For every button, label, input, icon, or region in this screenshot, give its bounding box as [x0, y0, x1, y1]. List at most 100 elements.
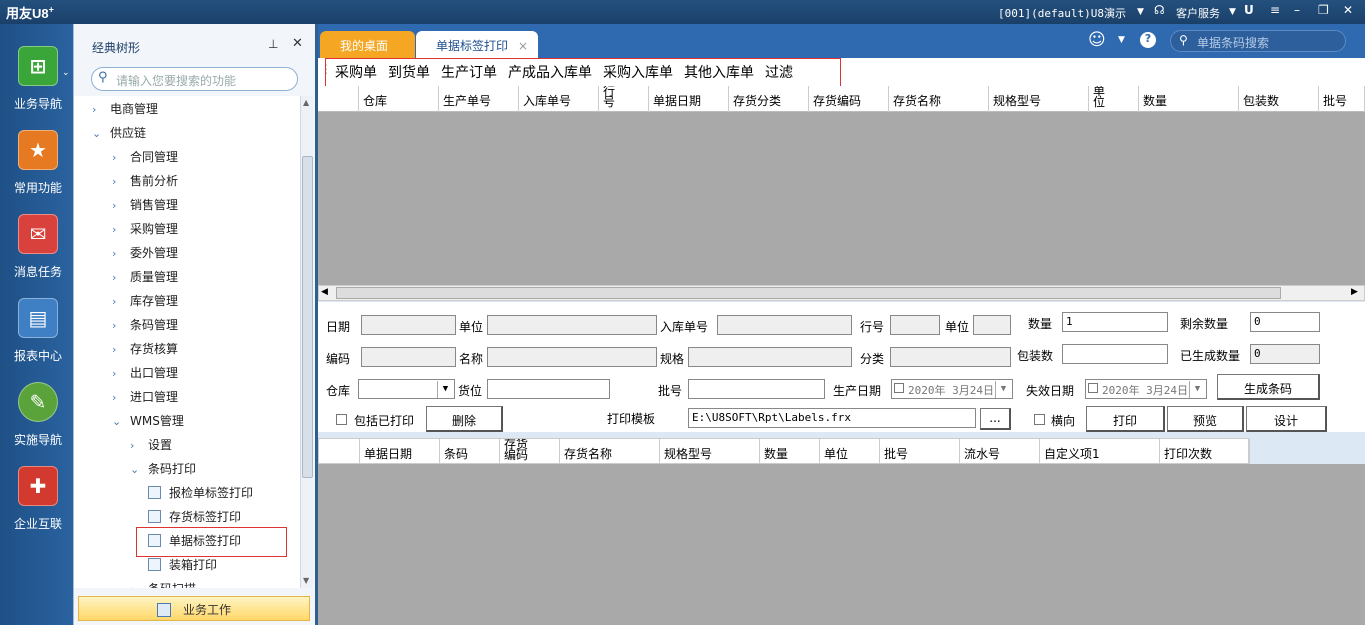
design-button[interactable]: 设计 — [1246, 406, 1327, 432]
date-field[interactable] — [361, 315, 456, 335]
nav-reports[interactable]: ▤ 报表中心 — [4, 298, 72, 382]
browse-button[interactable]: ... — [980, 408, 1011, 430]
unit2-field[interactable] — [973, 315, 1011, 335]
scroll-thumb[interactable] — [302, 156, 313, 478]
chevron-right-icon[interactable]: › — [112, 223, 126, 236]
column-header[interactable]: 包装数 — [1239, 86, 1319, 112]
nav-messages[interactable]: ✉ 消息任务 — [4, 214, 72, 298]
column-header[interactable]: 条码 — [440, 439, 500, 465]
code-field[interactable] — [361, 347, 456, 367]
close-tab-icon[interactable]: × — [518, 39, 528, 53]
headset-icon[interactable]: ☊ — [1154, 3, 1165, 17]
scroll-up-icon[interactable]: ▲ — [303, 98, 309, 107]
remain-qty-field[interactable]: 0 — [1250, 312, 1320, 332]
nav-favorites[interactable]: ★ 常用功能 — [4, 130, 72, 214]
pin-icon[interactable]: ⊥ — [268, 37, 278, 51]
chevron-down-icon[interactable]: ⌄ — [62, 68, 70, 78]
location-field[interactable] — [487, 379, 610, 399]
column-header[interactable]: 存货分类 — [729, 86, 809, 112]
close-panel-icon[interactable]: ✕ — [292, 36, 303, 51]
tree-item[interactable]: › 库存管理 — [112, 292, 178, 312]
unit-field[interactable] — [487, 315, 657, 335]
column-header[interactable]: 单位 — [1089, 86, 1139, 112]
scroll-down-icon[interactable]: ▼ — [303, 576, 309, 585]
print-button[interactable]: 打印 — [1086, 406, 1165, 432]
account-dropdown-icon[interactable]: ▼ — [1137, 7, 1144, 17]
nav-enterprise[interactable]: ✚ 企业互联 — [4, 466, 72, 550]
tree-item[interactable]: › 出口管理 — [112, 364, 178, 384]
column-header[interactable] — [319, 439, 360, 465]
dropdown-icon[interactable]: ▼ — [1118, 35, 1125, 45]
column-header[interactable]: 规格型号 — [989, 86, 1089, 112]
chevron-down-icon[interactable]: ▼ — [995, 381, 1011, 398]
close-icon[interactable]: ✕ — [1343, 3, 1353, 17]
chevron-down-icon[interactable]: ⌄ — [130, 463, 144, 476]
column-header[interactable]: 批号 — [880, 439, 960, 465]
business-work-button[interactable]: 业务工作 — [78, 596, 310, 621]
preview-button[interactable]: 预览 — [1167, 406, 1244, 432]
tree-item[interactable]: › 存货核算 — [112, 340, 178, 360]
tree-item[interactable]: › 条码管理 — [112, 316, 178, 336]
chevron-right-icon[interactable]: › — [112, 343, 126, 356]
tree-item[interactable]: › 采购管理 — [112, 220, 178, 240]
column-header[interactable]: 存货编码 — [809, 86, 889, 112]
tree-item[interactable]: ⌄ 供应链 — [92, 124, 146, 144]
nav-business[interactable]: ⊞ 业务导航 — [4, 46, 72, 130]
chevron-right-icon[interactable]: › — [130, 439, 144, 452]
u-icon[interactable]: U — [1244, 3, 1254, 17]
function-search-input[interactable]: ⚲ 请输入您要搜索的功能 — [91, 67, 298, 91]
tree-item[interactable]: › 合同管理 — [112, 148, 178, 168]
tab-document-label-print[interactable]: 单据标签打印 × — [416, 31, 538, 58]
barcode-search-input[interactable]: ⚲ 单据条码搜索 — [1170, 30, 1346, 52]
lower-grid-body[interactable] — [318, 464, 1365, 625]
tree-item[interactable]: › 设置 — [130, 436, 172, 456]
scroll-left-icon[interactable]: ◀ — [321, 287, 328, 297]
in-no-field[interactable] — [717, 315, 852, 335]
chevron-right-icon[interactable]: › — [112, 175, 126, 188]
prod-date-checkbox[interactable] — [894, 383, 904, 393]
tree-item[interactable]: 报检单标签打印 — [148, 484, 253, 504]
chevron-right-icon[interactable]: › — [112, 199, 126, 212]
tree-item[interactable]: › 条码扫描 — [130, 580, 196, 588]
column-header[interactable]: 打印次数 — [1160, 439, 1250, 465]
tree-item[interactable]: › 质量管理 — [112, 268, 178, 288]
column-header[interactable]: 数量 — [1139, 86, 1239, 112]
horizontal-scrollbar[interactable]: ◀ ▶ — [318, 285, 1365, 301]
chevron-down-icon[interactable]: ⌄ — [92, 127, 106, 140]
landscape-checkbox[interactable] — [1034, 414, 1045, 425]
chevron-right-icon[interactable]: › — [112, 151, 126, 164]
hscroll-thumb[interactable] — [336, 287, 1281, 299]
chevron-down-icon[interactable]: ▼ — [1189, 381, 1205, 398]
column-header[interactable]: 单位 — [820, 439, 880, 465]
category-field[interactable] — [890, 347, 1011, 367]
qty-field[interactable]: 1 — [1062, 312, 1168, 332]
generate-barcode-button[interactable]: 生成条码 — [1217, 374, 1320, 400]
tree-item[interactable]: › 售前分析 — [112, 172, 178, 192]
column-header[interactable]: 行号 — [599, 86, 649, 112]
prod-date-picker[interactable]: 2020年 3月24日 ▼ — [891, 379, 1013, 399]
expire-date-picker[interactable]: 2020年 3月24日 ▼ — [1085, 379, 1207, 399]
minimize-icon[interactable]: – — [1294, 3, 1300, 17]
column-header[interactable]: 自定义项1 — [1040, 439, 1160, 465]
column-header[interactable]: 数量 — [760, 439, 820, 465]
chevron-right-icon[interactable]: › — [112, 271, 126, 284]
spec-field[interactable] — [688, 347, 852, 367]
column-header[interactable]: 批号 — [1319, 86, 1365, 112]
tree-item[interactable]: › 电商管理 — [92, 100, 158, 120]
upper-grid-body[interactable] — [318, 112, 1365, 285]
account-label[interactable]: [001](default)U8演示 — [998, 5, 1126, 21]
smiley-icon[interactable]: ☺ — [1088, 30, 1106, 50]
column-header[interactable]: 规格型号 — [660, 439, 760, 465]
tree-item[interactable]: › 委外管理 — [112, 244, 178, 264]
chevron-right-icon[interactable]: › — [112, 367, 126, 380]
chevron-right-icon[interactable]: › — [112, 247, 126, 260]
tree-item[interactable]: ⌄ WMS管理 — [112, 412, 184, 432]
template-path-field[interactable]: E:\U8SOFT\Rpt\Labels.frx — [688, 408, 976, 428]
tree-item[interactable]: › 进口管理 — [112, 388, 178, 408]
support-dropdown-icon[interactable]: ▼ — [1229, 7, 1236, 17]
tree-scrollbar[interactable]: ▲ ▼ — [300, 96, 313, 588]
tree-item[interactable]: ⌄ 条码打印 — [130, 460, 196, 480]
support-menu[interactable]: 客户服务 — [1176, 5, 1220, 21]
include-printed-checkbox[interactable] — [336, 414, 347, 425]
column-header[interactable]: 存货名称 — [560, 439, 660, 465]
